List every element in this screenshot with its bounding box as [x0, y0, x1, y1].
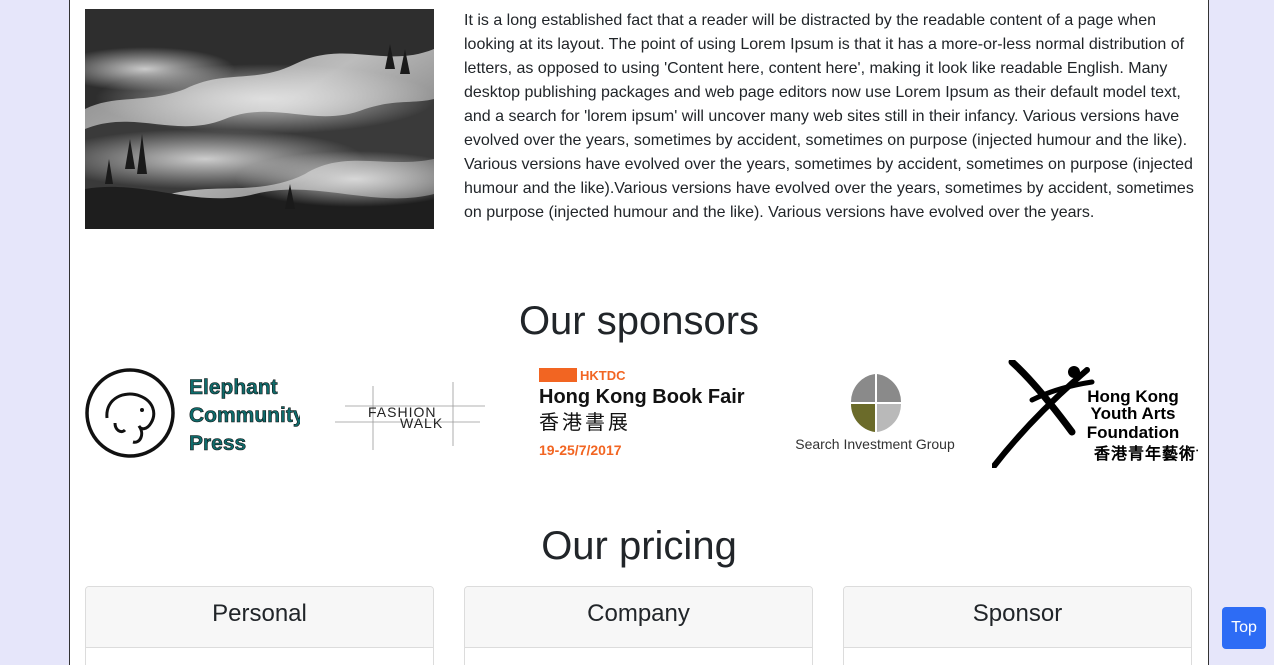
misty-forest-image	[85, 9, 434, 229]
pricing-plan-name: Company	[465, 587, 812, 648]
elephant-line-2: Community	[189, 404, 300, 427]
sponsors-title: Our sponsors	[518, 299, 760, 343]
hktdc-tag: HKTDC	[580, 368, 626, 383]
youth-arts-line-3: Foundation	[1087, 423, 1180, 442]
walk-text: WALK	[400, 415, 443, 431]
hk-youth-arts-logo-icon: Hong Kong Youth Arts Foundation 香港青年藝術協會	[991, 358, 1208, 469]
pricing-title: Our pricing	[541, 524, 737, 568]
main-container: It is a long established fact that a rea…	[69, 0, 1209, 665]
book-fair-title: Hong Kong Book Fair	[539, 386, 745, 408]
sponsor-logo-hk-book-fair[interactable]: HKTDC Hong Kong Book Fair 香港書展 19-25/7/2…	[537, 366, 759, 462]
pricing-plan-name: Personal	[86, 587, 433, 648]
pricing-card-company: Company	[464, 586, 813, 665]
about-text: It is a long established fact that a rea…	[464, 12, 1194, 221]
pricing-card-personal: Personal	[85, 586, 434, 665]
book-fair-dates: 19-25/7/2017	[539, 442, 622, 458]
search-investment-caption: Search Investment Group	[795, 436, 955, 452]
sponsor-logo-elephant-community-press[interactable]: Elephant Community Press	[85, 368, 305, 460]
search-investment-logo-icon: Search Investment Group	[795, 374, 955, 452]
pricing-plan-name: Sponsor	[844, 587, 1191, 648]
youth-arts-chinese: 香港青年藝術協會	[1093, 444, 1198, 463]
elephant-line-3: Press	[189, 432, 246, 455]
book-fair-chinese: 香港書展	[539, 410, 631, 434]
about-image	[85, 9, 434, 229]
hk-book-fair-logo-icon: HKTDC Hong Kong Book Fair 香港書展 19-25/7/2…	[539, 368, 745, 458]
pricing-card-sponsor: Sponsor	[843, 586, 1192, 665]
fashion-walk-logo-icon: FASHION WALK	[335, 382, 485, 450]
sponsor-logo-fashion-walk[interactable]: FASHION WALK	[335, 378, 490, 454]
elephant-logo-icon: Elephant Community Press	[85, 368, 305, 458]
sponsor-logo-search-investment[interactable]: Search Investment Group	[788, 372, 962, 454]
elephant-line-1: Elephant	[189, 376, 278, 399]
youth-arts-line-2: Youth Arts	[1091, 404, 1176, 423]
back-to-top-button[interactable]: Top	[1222, 607, 1266, 649]
sponsor-logo-hk-youth-arts[interactable]: Hong Kong Youth Arts Foundation 香港青年藝術協會	[991, 358, 1208, 469]
